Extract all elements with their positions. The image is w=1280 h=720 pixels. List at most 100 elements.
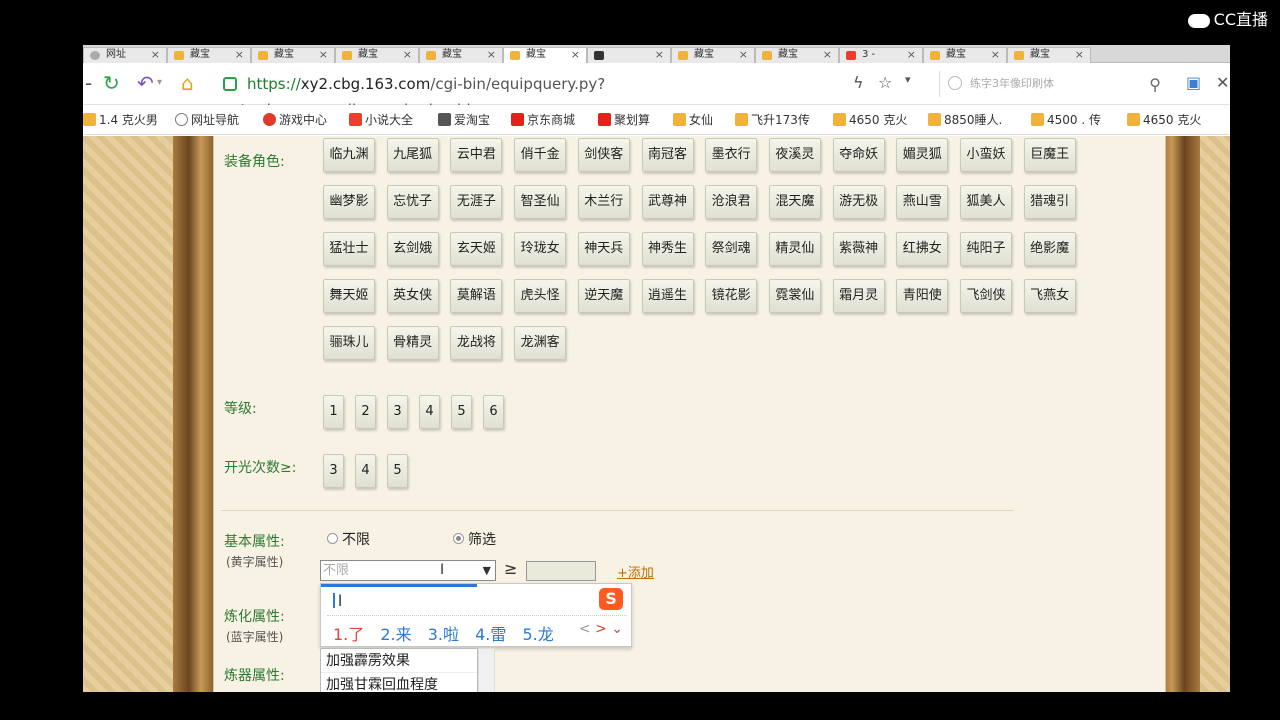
role-button[interactable]: 幽梦影 (323, 185, 375, 219)
tab-8[interactable]: 藏宝 × (671, 47, 755, 63)
ime-candidate[interactable]: 2.来 (380, 625, 411, 644)
bookmark-item[interactable]: 聚划算 (598, 112, 650, 128)
tab-6-active[interactable]: 藏宝 × (503, 47, 587, 63)
tab-9[interactable]: 藏宝 × (755, 47, 839, 63)
role-button[interactable]: 九尾狐 (386, 138, 439, 172)
radio-unlimited[interactable]: 不限 (327, 529, 370, 549)
level-button[interactable]: 2 (355, 395, 376, 429)
back-icon[interactable]: - (85, 71, 92, 95)
close-icon[interactable]: × (907, 48, 916, 62)
role-button[interactable]: 临九渊 (323, 138, 375, 172)
close-icon[interactable]: × (403, 48, 412, 62)
role-button[interactable]: 夜溪灵 (768, 138, 821, 172)
role-button[interactable]: 逆天魔 (577, 279, 630, 313)
role-button[interactable]: 骨精灵 (386, 326, 439, 360)
role-button[interactable]: 俏千金 (514, 138, 567, 172)
chevron-left-icon[interactable]: < (579, 621, 591, 637)
role-button[interactable]: 骊珠儿 (323, 326, 375, 360)
role-button[interactable]: 祭剑魂 (705, 232, 758, 266)
role-button[interactable]: 绝影魔 (1023, 232, 1076, 266)
refresh-icon[interactable]: ↻ (103, 71, 120, 95)
level-button[interactable]: 5 (451, 395, 472, 429)
tab-1[interactable]: 网址 × (83, 47, 167, 63)
role-button[interactable]: 神秀生 (641, 232, 694, 266)
extension-icon[interactable]: ▣ (1186, 73, 1201, 92)
tab-3[interactable]: 藏宝 × (251, 47, 335, 63)
tab-5[interactable]: 藏宝 × (419, 47, 503, 63)
close-icon[interactable]: × (571, 48, 580, 62)
role-button[interactable]: 飞燕女 (1023, 279, 1076, 313)
role-button[interactable]: 墨衣行 (705, 138, 758, 172)
role-button[interactable]: 神天兵 (577, 232, 630, 266)
role-button[interactable]: 狐美人 (960, 185, 1012, 219)
role-button[interactable]: 南冠客 (641, 138, 694, 172)
role-button[interactable]: 虎头怪 (514, 279, 567, 313)
bookmark-item[interactable]: 女仙 (673, 112, 713, 128)
bookmark-item[interactable]: 爱淘宝 (438, 112, 490, 128)
dropdown-scrollbar[interactable] (478, 648, 495, 692)
tab-7[interactable]: × (587, 47, 671, 63)
ime-candidate[interactable]: 5.龙 (523, 625, 554, 644)
level-button[interactable]: 6 (483, 395, 504, 429)
level-button[interactable]: 1 (323, 395, 344, 429)
role-button[interactable]: 云中君 (450, 138, 503, 172)
chevron-down-icon[interactable]: ▾ (157, 71, 162, 95)
role-button[interactable]: 忘忧子 (386, 185, 439, 219)
role-button[interactable]: 玄天姬 (450, 232, 503, 266)
role-button[interactable]: 剑侠客 (577, 138, 630, 172)
role-button[interactable]: 纯阳子 (960, 232, 1012, 266)
tools-icon[interactable]: ✕ (1216, 73, 1229, 92)
bookmark-item[interactable]: 4500 . 传 (1031, 112, 1101, 128)
ime-candidate[interactable]: 1.了 (333, 625, 364, 644)
role-button[interactable]: 龙渊客 (514, 326, 567, 360)
radio-filter[interactable]: 筛选 (453, 529, 496, 549)
close-icon[interactable]: × (235, 48, 244, 62)
tab-12[interactable]: 藏宝 × (1007, 47, 1091, 63)
role-button[interactable]: 紫薇神 (832, 232, 885, 266)
tab-11[interactable]: 藏宝 × (923, 47, 1007, 63)
role-button[interactable]: 霓裳仙 (768, 279, 821, 313)
role-button[interactable]: 混天魔 (768, 185, 821, 219)
sogou-ime-icon[interactable]: S (599, 588, 623, 610)
bookmark-item[interactable]: 4650 克火 (1127, 112, 1201, 128)
chevron-down-icon[interactable]: ⌄ (611, 621, 623, 637)
tab-2[interactable]: 藏宝 × (167, 47, 251, 63)
attribute-select[interactable]: 不限 ▼ (320, 560, 496, 581)
role-button[interactable]: 精灵仙 (768, 232, 821, 266)
role-button[interactable]: 燕山雪 (896, 185, 949, 219)
role-button[interactable]: 游无极 (832, 185, 885, 219)
bookmark-item[interactable]: 网址导航 (175, 112, 239, 128)
undo-icon[interactable]: ↶ (137, 71, 154, 95)
role-button[interactable]: 夺命妖 (832, 138, 885, 172)
level-button[interactable]: 3 (387, 395, 408, 429)
role-button[interactable]: 英女侠 (386, 279, 439, 313)
role-button[interactable]: 智圣仙 (514, 185, 567, 219)
bookmark-item[interactable]: 京东商城 (511, 112, 575, 128)
close-icon[interactable]: × (739, 48, 748, 62)
open-count-button[interactable]: 4 (355, 454, 376, 488)
add-attribute-link[interactable]: +添加 (617, 562, 654, 581)
dropdown-option[interactable]: 加强甘霖回血程度 (321, 673, 477, 692)
star-icon[interactable]: ☆ (878, 73, 892, 92)
home-icon[interactable]: ⌂ (181, 71, 194, 95)
close-icon[interactable]: × (991, 48, 1000, 62)
role-button[interactable]: 霜月灵 (832, 279, 885, 313)
open-count-button[interactable]: 3 (323, 454, 344, 488)
close-icon[interactable]: × (319, 48, 328, 62)
search-icon[interactable]: ⚲ (1149, 72, 1161, 98)
search-input[interactable]: 练字3年像印刷体 ⚲ (939, 71, 1169, 97)
role-button[interactable]: 猛壮士 (323, 232, 375, 266)
chevron-right-icon[interactable]: > (595, 621, 607, 637)
role-button[interactable]: 莫解语 (450, 279, 503, 313)
role-button[interactable]: 飞剑侠 (960, 279, 1012, 313)
ime-candidate[interactable]: 3.啦 (428, 625, 459, 644)
role-button[interactable]: 红拂女 (896, 232, 949, 266)
bookmark-item[interactable]: 8850睡人. (928, 112, 1002, 128)
bookmark-item[interactable]: 小说大全 (349, 112, 413, 128)
chevron-down-icon[interactable]: ▾ (905, 73, 911, 86)
tab-4[interactable]: 藏宝 × (335, 47, 419, 63)
role-button[interactable]: 猎魂引 (1023, 185, 1076, 219)
role-button[interactable]: 镜花影 (705, 279, 758, 313)
tab-10[interactable]: 3 - × (839, 47, 923, 63)
open-count-button[interactable]: 5 (387, 454, 408, 488)
